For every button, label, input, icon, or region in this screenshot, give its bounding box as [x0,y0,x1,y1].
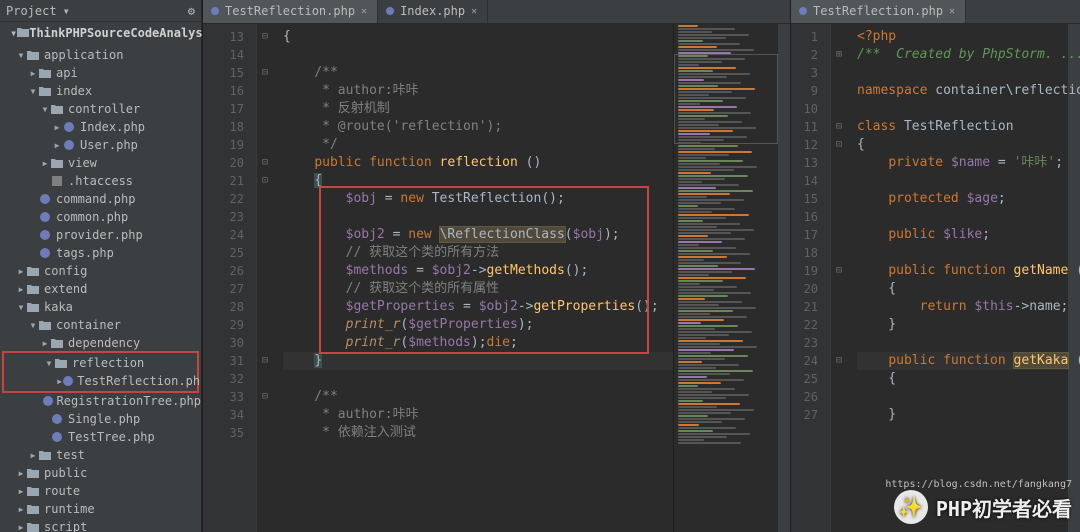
tree-folder[interactable]: ▸extend [0,280,201,298]
editor-tab[interactable]: Index.php ✕ [378,0,488,23]
tree-folder[interactable]: ▸dependency [0,334,201,352]
vertical-scrollbar-right[interactable] [1068,24,1080,532]
editor-area: TestReflection.php ✕ Index.php ✕ 1314151617… [202,0,1080,532]
php-file-icon [211,7,219,15]
vertical-scrollbar-left[interactable] [778,24,790,532]
tab-label: Index.php [400,4,465,18]
php-file-icon [799,7,807,15]
tab-label: TestReflection.php [225,4,355,18]
tree-file[interactable]: ▸TestReflection.php [4,372,197,390]
tree-file[interactable]: tags.php [0,244,201,262]
editor-pane-left: TestReflection.php ✕ Index.php ✕ 1314151617… [202,0,790,532]
tree-folder[interactable]: ▾kaka [0,298,201,316]
tab-label: TestReflection.php [813,4,943,18]
tree-file[interactable]: command.php [0,190,201,208]
tree-file[interactable]: RegistrationTree.php [0,392,201,410]
code-area-right[interactable]: <?php/** Created by PhpStorm. ...*/names… [847,24,1068,532]
gutter-left[interactable]: 1314151617181920212223242526272829303132… [203,24,257,532]
editor-pane-right: TestReflection.php ✕ 12391011121314151617… [790,0,1080,532]
tree-folder[interactable]: ▸config [0,262,201,280]
tree-folder[interactable]: ▸api [0,64,201,82]
project-root-row[interactable]: ▾ ThinkPHPSourceCodeAnalysis D:\phpstudy… [0,22,201,44]
project-header-title: Project [6,4,57,18]
source-url: https://blog.csdn.net/fangkang7 [885,479,1072,490]
php-file-icon [386,7,394,15]
gutter-right[interactable]: 1239101112131415161718192021222324252627 [791,24,831,532]
fold-column-right[interactable]: ⊞⊟⊡⊟⊟ [831,24,847,532]
tree-file[interactable]: Single.php [0,410,201,428]
tree-file[interactable]: .htaccess [0,172,201,190]
tree-file[interactable]: ▸Index.php [0,118,201,136]
project-root-label: ThinkPHPSourceCodeAnalysis [29,26,217,40]
tree-folder[interactable]: ▾reflection [4,354,197,372]
annotation-tree-red-box: ▾reflection▸TestReflection.php [2,351,199,393]
project-header: Project ▾ ⚙ [0,0,201,22]
tree-folder[interactable]: ▾controller [0,100,201,118]
close-icon[interactable]: ✕ [471,6,477,17]
chevron-down-icon[interactable]: ▾ [63,4,70,18]
close-icon[interactable]: ✕ [361,6,367,17]
fold-column-left[interactable]: ⊟⊟⊟⊡⊟⊟ [257,24,273,532]
watermark-text: PHP初学者必看 [936,493,1072,522]
tree-file[interactable]: ▸User.php [0,136,201,154]
tree-folder[interactable]: ▸public [0,464,201,482]
code-area-left[interactable]: { /** * author:咔咔 * 反射机制 * @route('refle… [273,24,673,532]
editor-tab[interactable]: TestReflection.php ✕ [791,0,966,23]
editor-tabs-left[interactable]: TestReflection.php ✕ Index.php ✕ [203,0,790,24]
wechat-icon: ✨ [894,490,928,524]
tree-folder[interactable]: ▸route [0,482,201,500]
tree-folder[interactable]: ▾container [0,316,201,334]
close-icon[interactable]: ✕ [949,6,955,17]
tree-file[interactable]: provider.php [0,226,201,244]
tree-folder[interactable]: ▸runtime [0,500,201,518]
project-tool-window: Project ▾ ⚙ ▾ ThinkPHPSourceCodeAnalysis… [0,0,202,532]
tree-file[interactable]: common.php [0,208,201,226]
minimap-left[interactable] [673,24,778,532]
watermark: ✨ PHP初学者必看 [894,490,1072,524]
tree-folder[interactable]: ▾application [0,46,201,64]
gear-icon[interactable]: ⚙ [188,4,195,18]
tree-folder[interactable]: ▸script [0,518,201,532]
tree-folder[interactable]: ▸test [0,446,201,464]
tree-folder[interactable]: ▾index [0,82,201,100]
project-tree[interactable]: ▾application▸api▾index▾controller▸Index.… [0,44,201,532]
tree-folder[interactable]: ▸view [0,154,201,172]
editor-tab[interactable]: TestReflection.php ✕ [203,0,378,23]
editor-tabs-right[interactable]: TestReflection.php ✕ [791,0,1080,24]
tree-file[interactable]: TestTree.php [0,428,201,446]
